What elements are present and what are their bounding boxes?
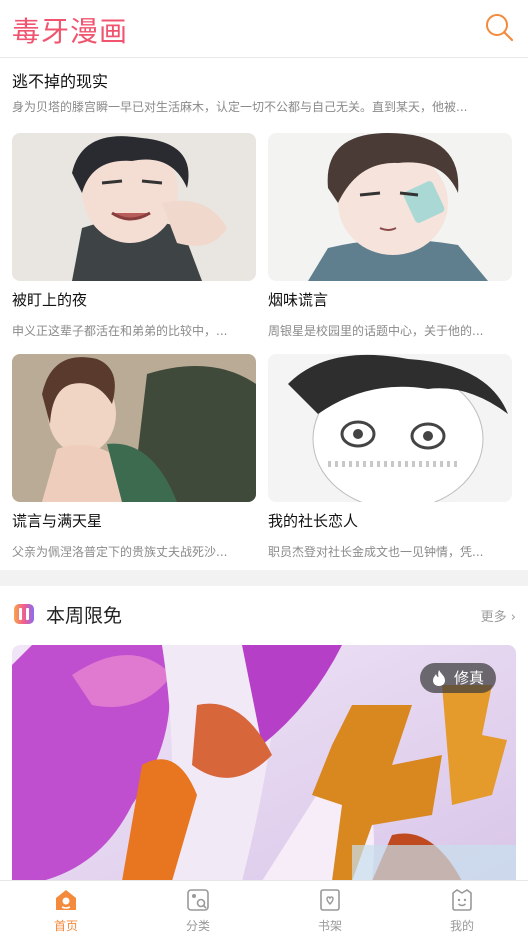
comic-title: 谎言与满天星 xyxy=(12,512,103,530)
comic-cover[interactable] xyxy=(268,354,512,502)
tab-home[interactable]: 首页 xyxy=(26,881,106,938)
tab-profile[interactable]: 我的 xyxy=(422,881,502,938)
comic-title: 被盯上的夜 xyxy=(12,291,88,309)
comic-title: 烟味谎言 xyxy=(268,291,329,309)
weekly-free-header: 本周限免 更多 › xyxy=(0,586,528,642)
comic-cover[interactable] xyxy=(12,354,256,502)
featured-title: 逃不掉的现实 xyxy=(12,72,109,91)
tab-label: 分类 xyxy=(185,919,210,933)
search-icon xyxy=(486,14,514,42)
weekly-free-banner[interactable]: 修真 xyxy=(12,645,516,881)
tab-category[interactable]: 分类 xyxy=(158,881,238,938)
genre-tag: 修真 xyxy=(419,663,496,693)
comic-summary: 申义正这辈子都活在和弟弟的比较中，... xyxy=(12,324,228,338)
comic-summary: 周银星是校园里的话题中心，关于他的... xyxy=(268,324,484,338)
tab-bookshelf[interactable]: 书架 xyxy=(290,881,370,938)
featured-description: 身为贝塔的滕宫瞬一早已对生活麻木，认定一切不公都与自己无关。直到某天，他被... xyxy=(12,100,468,114)
comic-card[interactable]: 我的社长恋人 职员杰登对社长金成文也一见钟情，凭... xyxy=(268,354,512,560)
app-logo-title: 毒牙漫画 xyxy=(12,15,129,48)
comic-cover[interactable] xyxy=(12,133,256,281)
weekly-free-icon xyxy=(14,604,34,624)
tab-label: 我的 xyxy=(449,919,474,933)
top-bar: 毒牙漫画 xyxy=(0,0,528,58)
bookshelf-icon xyxy=(320,889,340,911)
comic-cover[interactable] xyxy=(268,133,512,281)
search-button[interactable] xyxy=(484,12,514,42)
bottom-tab-bar: 首页 分类 书架 我的 xyxy=(0,880,528,938)
tab-label: 首页 xyxy=(53,919,78,933)
comic-card[interactable]: 谎言与满天星 父亲为佩涅洛普定下的贵族丈夫战死沙... xyxy=(12,354,256,560)
section-title: 本周限免 xyxy=(46,605,123,627)
section-divider xyxy=(0,570,528,586)
fire-icon xyxy=(432,670,445,686)
comic-card[interactable]: 被盯上的夜 申义正这辈子都活在和弟弟的比较中，... xyxy=(12,133,256,339)
comic-summary: 父亲为佩涅洛普定下的贵族丈夫战死沙... xyxy=(12,545,228,559)
comic-title: 我的社长恋人 xyxy=(268,512,359,530)
home-icon xyxy=(56,890,76,910)
profile-icon xyxy=(452,889,472,911)
more-link[interactable]: 更多 › xyxy=(481,606,516,625)
tab-label: 书架 xyxy=(317,919,342,933)
genre-tag-label: 修真 xyxy=(453,669,484,687)
comic-summary: 职员杰登对社长金成文也一见钟情，凭... xyxy=(268,545,484,559)
category-icon xyxy=(187,889,209,911)
comic-card[interactable]: 烟味谎言 周银星是校园里的话题中心，关于他的... xyxy=(268,133,512,339)
